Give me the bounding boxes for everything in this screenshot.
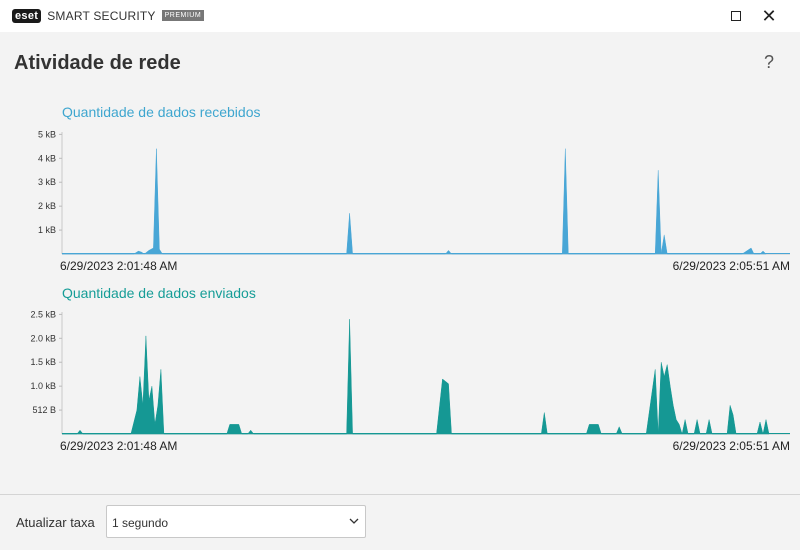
refresh-rate-value: 1 segundo	[112, 516, 169, 530]
help-icon[interactable]: ?	[764, 52, 774, 73]
sent-y-tick-label: 1.5 kB	[30, 357, 56, 367]
sent-x-end-label: 6/29/2023 2:05:51 AM	[673, 439, 790, 453]
sent-chart: 512 B 1.0 kB 1.5 kB 2.0 kB 2.5 kB 6/29/2023 2…	[30, 309, 790, 453]
received-y-tick-label: 2 kB	[38, 201, 56, 211]
close-icon: ✕	[761, 5, 777, 26]
refresh-rate-select[interactable]: 1 segundo	[106, 505, 366, 538]
sent-y-tick-label: 2.0 kB	[30, 333, 56, 343]
footer-divider	[0, 494, 800, 495]
received-chart-title: Quantidade de dados recebidos	[62, 104, 261, 120]
maximize-icon	[731, 11, 741, 21]
close-button[interactable]: ✕	[753, 0, 785, 32]
received-y-tick-label: 4 kB	[38, 153, 56, 163]
maximize-button[interactable]	[720, 0, 752, 32]
eset-brand: eset	[12, 8, 42, 23]
received-series-area	[62, 148, 767, 255]
received-x-end-label: 6/29/2023 2:05:51 AM	[673, 259, 790, 273]
sent-y-tick-label: 512 B	[32, 405, 56, 415]
sent-y-tick-label: 1.0 kB	[30, 381, 56, 391]
received-y-tick-label: 1 kB	[38, 225, 56, 235]
received-chart: 1 kB 2 kB 3 kB 4 kB 5 kB 6/29/2023 2:01:48 AM…	[38, 129, 790, 273]
sent-chart-title: Quantidade de dados enviados	[62, 285, 256, 301]
sent-x-start-label: 6/29/2023 2:01:48 AM	[60, 439, 177, 453]
title-bar: eset SMART SECURITY PREMIUM ✕	[0, 0, 800, 32]
page-title: Atividade de rede	[14, 52, 181, 74]
received-y-tick-label: 5 kB	[38, 129, 56, 139]
received-x-start-label: 6/29/2023 2:01:48 AM	[60, 259, 177, 273]
refresh-rate-label: Atualizar taxa	[16, 515, 95, 530]
received-y-tick-label: 3 kB	[38, 177, 56, 187]
sent-series-area	[62, 319, 770, 435]
app-logo: eset SMART SECURITY PREMIUM	[12, 8, 205, 23]
sent-y-tick-label: 2.5 kB	[30, 309, 56, 319]
product-name: SMART SECURITY	[47, 8, 156, 23]
chevron-down-icon	[349, 518, 359, 524]
edition-badge: PREMIUM	[161, 10, 205, 21]
